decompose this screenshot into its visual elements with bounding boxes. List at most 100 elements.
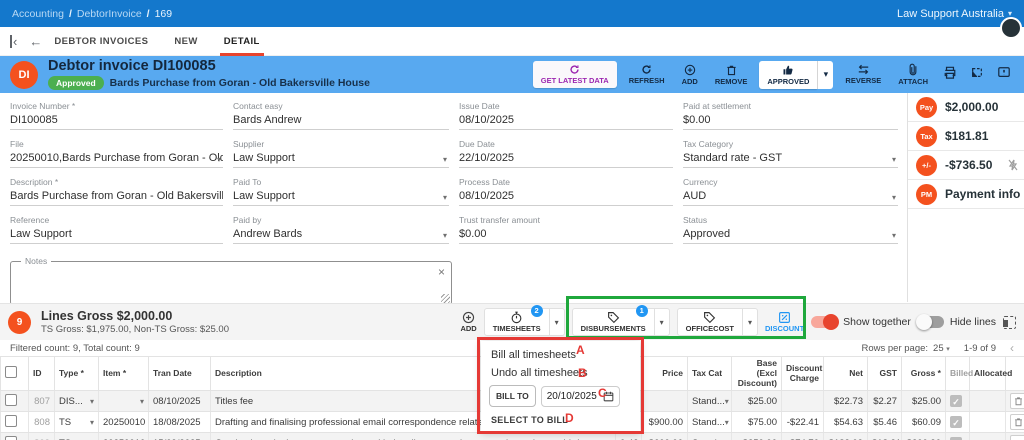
field-description[interactable]: Description * Bards Purchase from Goran …	[10, 177, 223, 215]
officecost-button[interactable]: OFFICECOST	[677, 308, 743, 336]
print-button[interactable]	[940, 64, 960, 86]
delete-row-button[interactable]	[1010, 393, 1024, 409]
disbursements-split-button: 1 DISBURSEMENTS ▾	[572, 308, 670, 336]
chevron-down-icon: ▾	[725, 418, 729, 427]
feedback-button[interactable]	[994, 64, 1014, 86]
delete-row-button[interactable]	[1010, 435, 1024, 440]
timesheets-dropdown-caret[interactable]: ▾	[550, 308, 565, 336]
top-bar: Accounting/DebtorInvoice/169 Law Support…	[0, 0, 1024, 27]
timesheets-button[interactable]: 2 TIMESHEETS	[484, 308, 550, 336]
field-file[interactable]: File 20250010,Bards Purchase from Goran …	[10, 139, 223, 177]
field-tax-category[interactable]: Tax Category Standard rate - GST ▾	[683, 139, 898, 177]
officecost-split-button: OFFICECOST ▾	[677, 308, 758, 336]
tab-detail[interactable]: DETAIL	[224, 27, 260, 56]
add-button[interactable]: ADD	[677, 62, 703, 88]
disbursements-dropdown-caret[interactable]: ▾	[655, 308, 670, 336]
lines-toolbar: ADD 2 TIMESHEETS ▾ 1 DISBURSEMENTS ▾	[460, 308, 1016, 336]
chevron-down-icon[interactable]: ▾	[892, 193, 896, 202]
chevron-down-icon[interactable]: ▾	[443, 231, 447, 240]
trash-icon	[726, 64, 737, 76]
field-process-date[interactable]: Process Date 08/10/2025	[459, 177, 673, 215]
chevron-down-icon: ▾	[90, 418, 94, 427]
clear-notes-icon[interactable]: ×	[438, 265, 445, 279]
rows-per-page-select[interactable]: 25 ▾	[933, 343, 950, 354]
record-subtitle: Bards Purchase from Goran - Old Bakersvi…	[110, 77, 370, 89]
notes-textarea[interactable]: Notes ×	[10, 261, 452, 305]
copy-selection-button[interactable]	[967, 64, 987, 86]
row-checkbox[interactable]	[5, 415, 17, 427]
breadcrumb-debtorinvoice[interactable]: DebtorInvoice	[77, 8, 142, 20]
field-issue-date[interactable]: Issue Date 08/10/2025	[459, 101, 673, 139]
adjustment-row[interactable]: +/- -$736.50	[908, 151, 1024, 180]
payment-info-label: Payment info	[945, 187, 1020, 201]
tax-row[interactable]: Tax $181.81	[908, 122, 1024, 151]
org-selector[interactable]: Law Support Australia ▾	[897, 8, 1012, 20]
plus-minus-badge: +/-	[916, 155, 937, 176]
user-avatar[interactable]	[1000, 17, 1022, 39]
field-due-date[interactable]: Due Date 22/10/2025	[459, 139, 673, 177]
chevron-down-icon[interactable]: ▾	[443, 193, 447, 202]
comment-icon	[997, 66, 1011, 79]
select-all-checkbox[interactable]	[5, 366, 17, 378]
add-line-button[interactable]: ADD	[460, 311, 476, 333]
tab-bar: ‹ ← DEBTOR INVOICES NEW DETAIL	[0, 27, 1024, 56]
field-currency[interactable]: Currency AUD ▾	[683, 177, 898, 215]
reverse-button[interactable]: REVERSE	[840, 62, 886, 87]
calendar-icon	[603, 391, 614, 402]
resize-handle[interactable]	[441, 294, 450, 303]
payment-info-row[interactable]: PM Payment info	[908, 180, 1024, 209]
breadcrumb-accounting[interactable]: Accounting	[12, 8, 64, 20]
officecost-dropdown-caret[interactable]: ▾	[743, 308, 758, 336]
bill-to-date-input[interactable]: 20/10/2025	[541, 386, 620, 407]
header-actions: GET LATEST DATA REFRESH ADD REMOVE APPRO…	[533, 61, 1014, 89]
hide-lines-toggle[interactable]: Hide lines	[918, 316, 996, 328]
field-status[interactable]: Status Approved ▾	[683, 215, 898, 253]
lines-count-badge: 9	[8, 311, 31, 334]
attach-button[interactable]: ATTACH	[893, 61, 933, 88]
discount-button[interactable]: DISCOUNT	[765, 311, 804, 333]
invoice-form: Invoice Number * DI100085 Contact easy B…	[0, 93, 908, 303]
field-paid-to[interactable]: Paid To Law Support ▾	[233, 177, 449, 215]
chevron-down-icon[interactable]: ▾	[892, 231, 896, 240]
timesheets-dropdown-menu: Bill all timesheets Undo all timesheets …	[481, 341, 640, 431]
row-checkbox[interactable]	[5, 436, 17, 440]
menu-item-select-to-bill[interactable]: SELECT TO BILL	[481, 410, 640, 425]
paperclip-icon	[908, 63, 918, 76]
chevron-down-icon[interactable]: ▾	[892, 155, 896, 164]
chevron-down-icon[interactable]: ▾	[217, 155, 221, 164]
pay-row[interactable]: Pay $2,000.00	[908, 93, 1024, 122]
delete-row-button[interactable]	[1010, 414, 1024, 430]
back-arrow-icon[interactable]: ←	[29, 35, 42, 48]
page-range: 1-9 of 9	[964, 343, 996, 354]
refresh-button[interactable]: REFRESH	[624, 62, 670, 87]
rows-per-page-label: Rows per page:	[862, 343, 929, 354]
field-trust-transfer[interactable]: Trust transfer amount $0.00	[459, 215, 673, 253]
field-reference[interactable]: Reference Law Support	[10, 215, 223, 253]
chevron-down-icon[interactable]: ▾	[443, 155, 447, 164]
remove-button[interactable]: REMOVE	[710, 62, 753, 88]
tax-amount: $181.81	[945, 129, 988, 143]
field-supplier[interactable]: Supplier Law Support ▾	[233, 139, 449, 177]
copy-selection-icon[interactable]	[1003, 316, 1016, 329]
menu-item-bill-all-timesheets[interactable]: Bill all timesheets	[481, 346, 640, 364]
record-avatar: DI	[10, 61, 38, 89]
row-checkbox[interactable]	[5, 394, 17, 406]
lines-title: Lines Gross $2,000.00	[41, 309, 229, 323]
tab-new[interactable]: NEW	[174, 27, 197, 56]
approved-dropdown-caret[interactable]: ▾	[817, 61, 833, 89]
disbursements-button[interactable]: 1 DISBURSEMENTS	[572, 308, 655, 336]
bill-to-button[interactable]: BILL TO	[489, 385, 536, 407]
table-row[interactable]: 809 TS▾ 20250010 15/09/2025 Conducting t…	[1, 433, 1024, 440]
field-paid-at-settlement[interactable]: Paid at settlement $0.00	[683, 101, 898, 139]
get-latest-data-button[interactable]: GET LATEST DATA	[533, 61, 617, 88]
field-contact-easy[interactable]: Contact easy Bards Andrew	[233, 101, 449, 139]
prev-page-icon[interactable]: ‹	[1010, 341, 1014, 355]
collapse-left-icon[interactable]: ‹	[10, 35, 17, 48]
show-together-toggle[interactable]: Show together	[811, 316, 911, 328]
approved-button[interactable]: APPROVED	[759, 61, 817, 89]
field-paid-by[interactable]: Paid by Andrew Bards ▾	[233, 215, 449, 253]
field-invoice-number[interactable]: Invoice Number * DI100085	[10, 101, 223, 139]
tab-debtor-invoices[interactable]: DEBTOR INVOICES	[54, 27, 148, 56]
menu-item-undo-all-timesheets[interactable]: Undo all timesheets	[481, 364, 640, 382]
adjustment-amount: -$736.50	[945, 158, 992, 172]
